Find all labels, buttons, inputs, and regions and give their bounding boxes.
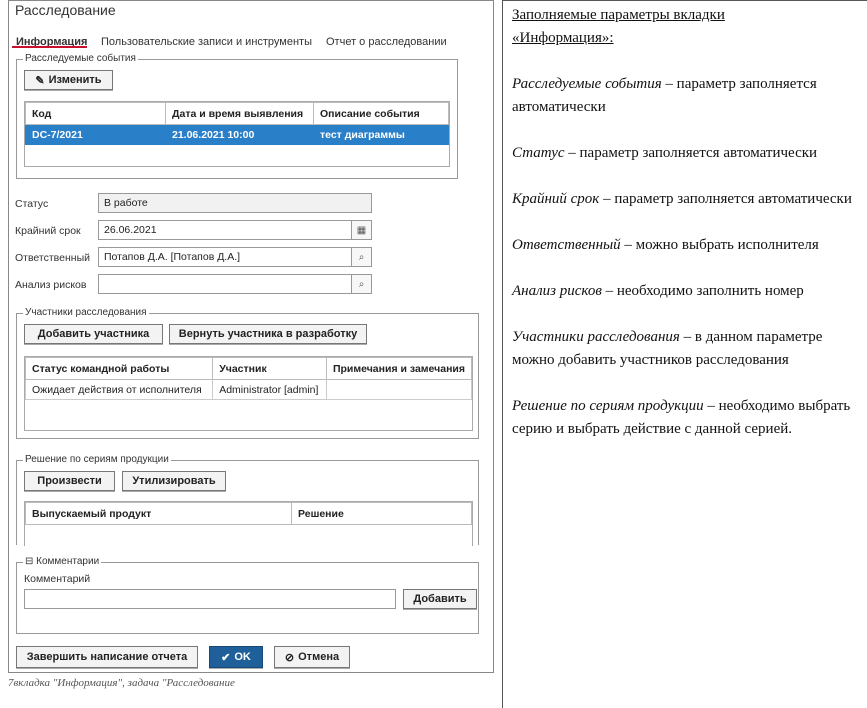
cancel-button[interactable]: ⊘ Отмена [274,646,350,668]
participant-notes [325,379,473,400]
pencil-icon: ✎ [35,74,45,87]
comments-legend: ⊟ Комментарии [23,556,102,567]
description-item: Анализ рисков – необходимо заполнить ном… [512,280,862,303]
ok-label: OK [234,651,251,663]
col-code[interactable]: Код [25,102,166,125]
cancel-icon: ⊘ [284,651,295,664]
participants-group: Участники расследования Добавить участни… [16,307,479,439]
description-text: – параметр заполняется автоматически [564,145,818,161]
description-item: Статус – параметр заполняется автоматиче… [512,142,862,165]
description-heading-2: «Информация»: [512,30,614,46]
table-row[interactable]: Ожидает действия от исполнителя Administ… [24,379,473,400]
description-term: Ответственный [512,237,621,253]
edit-events-label: Изменить [48,74,102,86]
col-team-status[interactable]: Статус командной работы [24,357,214,380]
description-term: Участники расследования [512,329,680,345]
events-legend: Расследуемые события [23,53,138,64]
description-item: Решение по сериям продукции – необходимо… [512,395,862,441]
add-participant-button[interactable]: Добавить участника [24,324,163,344]
description-heading-1: Заполняемые параметры вкладки [512,7,725,23]
decision-grid: Выпускаемый продукт Решение [24,501,473,546]
edit-events-button[interactable]: ✎ Изменить [24,70,113,90]
deadline-label: Крайний срок [15,225,81,237]
events-table: Код Дата и время выявления Описание собы… [25,102,449,145]
ok-button[interactable]: ✔ OK [209,646,263,668]
event-datetime: 21.06.2021 10:00 [165,124,314,145]
participants-legend: Участники расследования [23,307,149,318]
active-tab-indicator [12,46,87,48]
description-term: Статус [512,145,565,161]
comment-label: Комментарий [24,573,91,585]
responsible-label: Ответственный [15,252,90,264]
status-label: Статус [15,198,49,210]
decision-legend: Решение по сериям продукции [23,454,171,465]
description-term: Крайний срок [512,191,600,207]
risk-field[interactable]: ⌕ [98,274,372,294]
events-group: Расследуемые события ✎ Изменить Код Дата… [16,53,458,179]
figure-caption: 7вкладка "Информация", задача "Расследов… [8,677,235,689]
status-field: В работе [98,193,372,213]
calendar-icon[interactable]: ▦ [351,221,371,239]
decision-group: Решение по сериям продукции Произвести У… [16,454,479,546]
deadline-value: 26.06.2021 [104,224,157,236]
deadline-field[interactable]: 26.06.2021 ▦ [98,220,372,240]
responsible-field[interactable]: Потапов Д.А. [Потапов Д.А.] ⌕ [98,247,372,267]
status-value: В работе [104,197,148,209]
tab-report[interactable]: Отчет о расследовании [326,36,447,48]
description-term: Расследуемые события [512,76,662,92]
finish-report-button[interactable]: Завершить написание отчета [16,646,198,668]
comment-input[interactable] [24,589,396,609]
table-row[interactable]: DC-7/2021 21.06.2021 10:00 тест диаграмм… [25,124,449,145]
comments-legend-text: Комментарии [36,556,100,567]
participant-status: Ожидает действия от исполнителя [24,379,214,400]
event-description: тест диаграммы [313,124,449,145]
cancel-label: Отмена [298,651,340,663]
page: Расследование Информация Пользовательски… [0,0,867,708]
col-product[interactable]: Выпускаемый продукт [25,502,292,525]
investigation-dialog: Расследование Информация Пользовательски… [8,0,494,673]
produce-button[interactable]: Произвести [24,471,115,491]
events-grid: Код Дата и время выявления Описание собы… [24,101,450,167]
participants-table: Статус командной работы Участник Примеча… [24,357,473,400]
col-participant[interactable]: Участник [212,357,327,380]
collapse-icon[interactable]: ⊟ [25,556,33,567]
utilize-button[interactable]: Утилизировать [122,471,226,491]
description-text: – параметр заполняется автоматически [599,191,852,207]
tab-user-records[interactable]: Пользовательские записи и инструменты [101,36,312,48]
description-term: Анализ рисков [512,283,602,299]
col-decision[interactable]: Решение [291,502,472,525]
col-notes[interactable]: Примечания и замечания [325,357,473,380]
description-column: Заполняемые параметры вкладки «Информаци… [512,4,862,464]
description-item: Расследуемые события – параметр заполняе… [512,73,862,119]
description-item: Крайний срок – параметр заполняется авто… [512,188,862,211]
col-datetime[interactable]: Дата и время выявления [165,102,314,125]
column-divider [502,0,503,708]
responsible-value: Потапов Д.А. [Потапов Д.А.] [104,251,241,263]
participant-name: Administrator [admin] [212,379,327,400]
top-rule [502,0,867,1]
description-term: Решение по сериям продукции [512,398,704,414]
comments-group: ⊟ Комментарии Комментарий Добавить [16,556,479,634]
decision-table: Выпускаемый продукт Решение [25,502,472,525]
check-icon: ✔ [221,651,231,664]
participants-grid: Статус командной работы Участник Примеча… [24,356,473,431]
risk-label: Анализ рисков [15,279,87,291]
add-comment-button[interactable]: Добавить [403,589,477,609]
event-code: DC-7/2021 [25,124,166,145]
col-description[interactable]: Описание события [313,102,449,125]
return-participant-button[interactable]: Вернуть участника в разработку [169,324,367,344]
dialog-title: Расследование [15,2,116,18]
description-text: – можно выбрать исполнителя [620,237,819,253]
search-icon[interactable]: ⌕ [351,275,371,293]
search-icon[interactable]: ⌕ [351,248,371,266]
description-text: – необходимо заполнить номер [601,283,804,299]
description-item: Участники расследования – в данном парам… [512,326,862,372]
description-item: Ответственный – можно выбрать исполнител… [512,234,862,257]
